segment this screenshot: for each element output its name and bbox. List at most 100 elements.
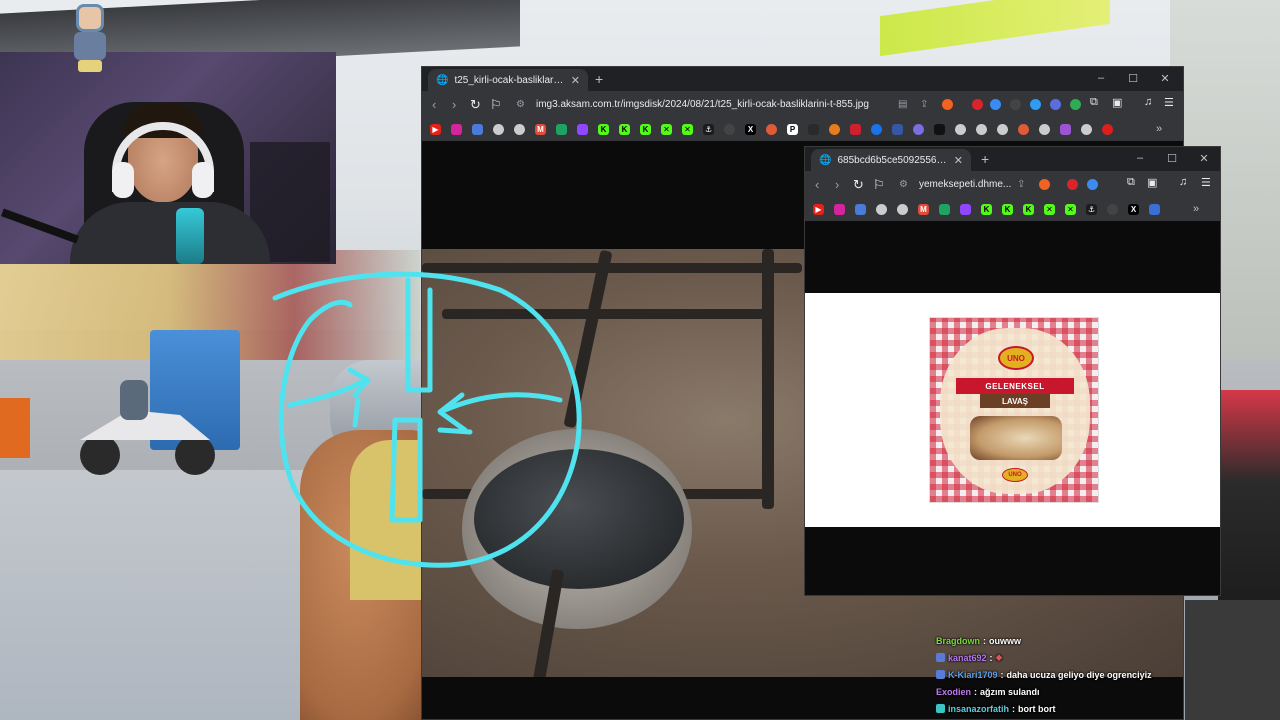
menu-icon[interactable]: ☰: [1201, 176, 1211, 189]
tab-active[interactable]: 🌐 685bcd6b5ce5092556b9216f.jpg ✕: [811, 149, 971, 171]
extension-icon[interactable]: [724, 124, 735, 135]
reader-icon[interactable]: ▤: [898, 99, 907, 110]
close-tab-icon[interactable]: ✕: [571, 74, 580, 87]
translate-icon[interactable]: [855, 204, 866, 215]
brave-shield-icon[interactable]: [942, 99, 953, 110]
anchor-icon[interactable]: ⚓: [1086, 204, 1097, 215]
anchor-icon[interactable]: ⚓: [703, 124, 714, 135]
back-icon[interactable]: ‹: [815, 177, 819, 192]
extension-icon[interactable]: [1010, 99, 1021, 110]
extension-icon[interactable]: [1060, 124, 1071, 135]
site-info-icon[interactable]: ⚙: [516, 99, 525, 110]
maximize-button[interactable]: ☐: [1117, 72, 1149, 85]
twitch-icon[interactable]: [960, 204, 971, 215]
new-tab-button[interactable]: +: [981, 151, 989, 167]
extension-icon[interactable]: [1107, 204, 1118, 215]
minimize-button[interactable]: –: [1124, 152, 1156, 165]
bookmarks-overflow-icon[interactable]: »: [1193, 203, 1199, 215]
x-icon[interactable]: X: [1128, 204, 1139, 215]
kick-badge-icon: [936, 704, 945, 713]
new-tab-button[interactable]: +: [595, 71, 603, 87]
tab-active[interactable]: 🌐 t25_kirli-ocak-basliklarini-t-855.jpg …: [428, 69, 588, 91]
kick-icon[interactable]: K: [981, 204, 992, 215]
reddit-icon[interactable]: [766, 124, 777, 135]
extension-icon[interactable]: [934, 124, 945, 135]
forward-icon[interactable]: ›: [835, 177, 839, 192]
close-window-button[interactable]: ✕: [1149, 72, 1181, 85]
extension-icon[interactable]: [1102, 124, 1113, 135]
close-tab-icon[interactable]: ✕: [954, 154, 963, 167]
extensions-puzzle-icon[interactable]: ⧉: [1090, 96, 1098, 109]
globe-icon[interactable]: [1039, 124, 1050, 135]
kick-icon[interactable]: ✕: [1044, 204, 1055, 215]
reload-icon[interactable]: ↻: [470, 97, 481, 113]
globe-icon[interactable]: [514, 124, 525, 135]
reddit-icon[interactable]: [1018, 124, 1029, 135]
forward-icon[interactable]: ›: [452, 97, 456, 112]
kick-icon[interactable]: ✕: [661, 124, 672, 135]
extension-icon[interactable]: [871, 124, 882, 135]
kick-icon[interactable]: K: [1023, 204, 1034, 215]
media-icon[interactable]: ♫: [1144, 96, 1152, 108]
drive-icon[interactable]: [556, 124, 567, 135]
address-bar[interactable]: yemeksepeti.dhme...: [919, 179, 1019, 190]
instagram-icon[interactable]: [451, 124, 462, 135]
menu-icon[interactable]: ☰: [1164, 96, 1174, 109]
twitch-icon[interactable]: [577, 124, 588, 135]
instagram-icon[interactable]: [834, 204, 845, 215]
extension-icon[interactable]: [1030, 99, 1041, 110]
bookmark-icon[interactable]: ⚐: [490, 97, 502, 113]
extensions-puzzle-icon[interactable]: ⧉: [1127, 176, 1135, 189]
sidebar-icon[interactable]: ▣: [1112, 96, 1122, 109]
extension-icon[interactable]: [990, 99, 1001, 110]
bookmarks-overflow-icon[interactable]: »: [1156, 123, 1162, 135]
extension-icon[interactable]: [1149, 204, 1160, 215]
gmail-icon[interactable]: M: [918, 204, 929, 215]
site-info-icon[interactable]: ⚙: [899, 179, 908, 190]
close-window-button[interactable]: ✕: [1188, 152, 1220, 165]
maximize-button[interactable]: ☐: [1156, 152, 1188, 165]
brave-shield-icon[interactable]: [1039, 179, 1050, 190]
p-icon[interactable]: P: [787, 124, 798, 135]
kick-icon[interactable]: K: [1002, 204, 1013, 215]
extension-icon[interactable]: [1050, 99, 1061, 110]
extension-icon[interactable]: [892, 124, 903, 135]
minimize-button[interactable]: –: [1085, 72, 1117, 85]
wrap-food-image: [970, 416, 1062, 460]
globe-icon[interactable]: [897, 204, 908, 215]
youtube-icon[interactable]: ▶: [430, 124, 441, 135]
extension-icon[interactable]: [913, 124, 924, 135]
globe-icon[interactable]: [955, 124, 966, 135]
extension-icon[interactable]: [1087, 179, 1098, 190]
back-icon[interactable]: ‹: [432, 97, 436, 112]
globe-icon[interactable]: [1081, 124, 1092, 135]
bookmark-icon[interactable]: ⚐: [873, 177, 885, 193]
kick-icon[interactable]: ✕: [1065, 204, 1076, 215]
kick-icon[interactable]: K: [598, 124, 609, 135]
reload-icon[interactable]: ↻: [853, 177, 864, 193]
kick-icon[interactable]: K: [640, 124, 651, 135]
globe-icon[interactable]: [997, 124, 1008, 135]
drive-icon[interactable]: [939, 204, 950, 215]
globe-icon[interactable]: [876, 204, 887, 215]
share-icon[interactable]: ⇪: [920, 99, 928, 110]
chat-text: daha ucuza geliyo diye ogrenciyiz: [1006, 669, 1152, 680]
sidebar-icon[interactable]: ▣: [1147, 176, 1157, 189]
translate-icon[interactable]: [472, 124, 483, 135]
ublock-icon[interactable]: [1067, 179, 1078, 190]
ublock-icon[interactable]: [972, 99, 983, 110]
media-icon[interactable]: ♫: [1179, 176, 1187, 188]
share-icon[interactable]: ⇪: [1017, 179, 1025, 190]
extension-icon[interactable]: [808, 124, 819, 135]
youtube-icon[interactable]: ▶: [813, 204, 824, 215]
extension-icon[interactable]: [829, 124, 840, 135]
extension-icon[interactable]: [850, 124, 861, 135]
kick-icon[interactable]: K: [619, 124, 630, 135]
address-bar[interactable]: img3.aksam.com.tr/imgsdisk/2024/08/21/t2…: [536, 99, 896, 110]
globe-icon[interactable]: [976, 124, 987, 135]
extension-icon[interactable]: [1070, 99, 1081, 110]
gmail-icon[interactable]: M: [535, 124, 546, 135]
x-icon[interactable]: X: [745, 124, 756, 135]
globe-icon[interactable]: [493, 124, 504, 135]
kick-icon[interactable]: ✕: [682, 124, 693, 135]
